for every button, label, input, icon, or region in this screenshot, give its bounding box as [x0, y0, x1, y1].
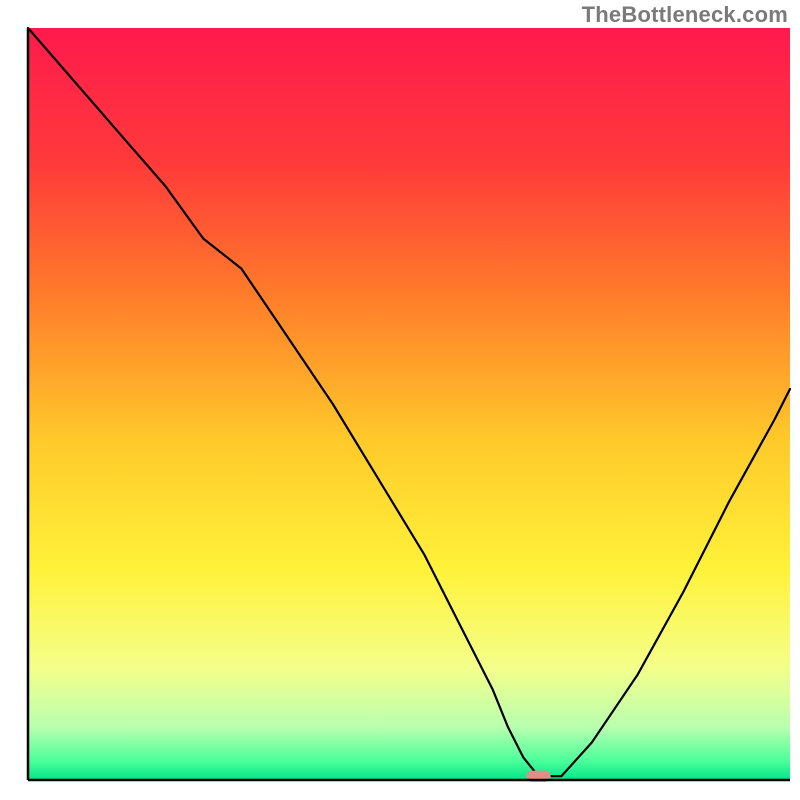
gradient-background — [28, 28, 790, 780]
watermark-text: TheBottleneck.com — [582, 2, 788, 28]
plot-area — [28, 28, 790, 782]
chart-svg — [0, 0, 800, 800]
bottleneck-chart: TheBottleneck.com — [0, 0, 800, 800]
